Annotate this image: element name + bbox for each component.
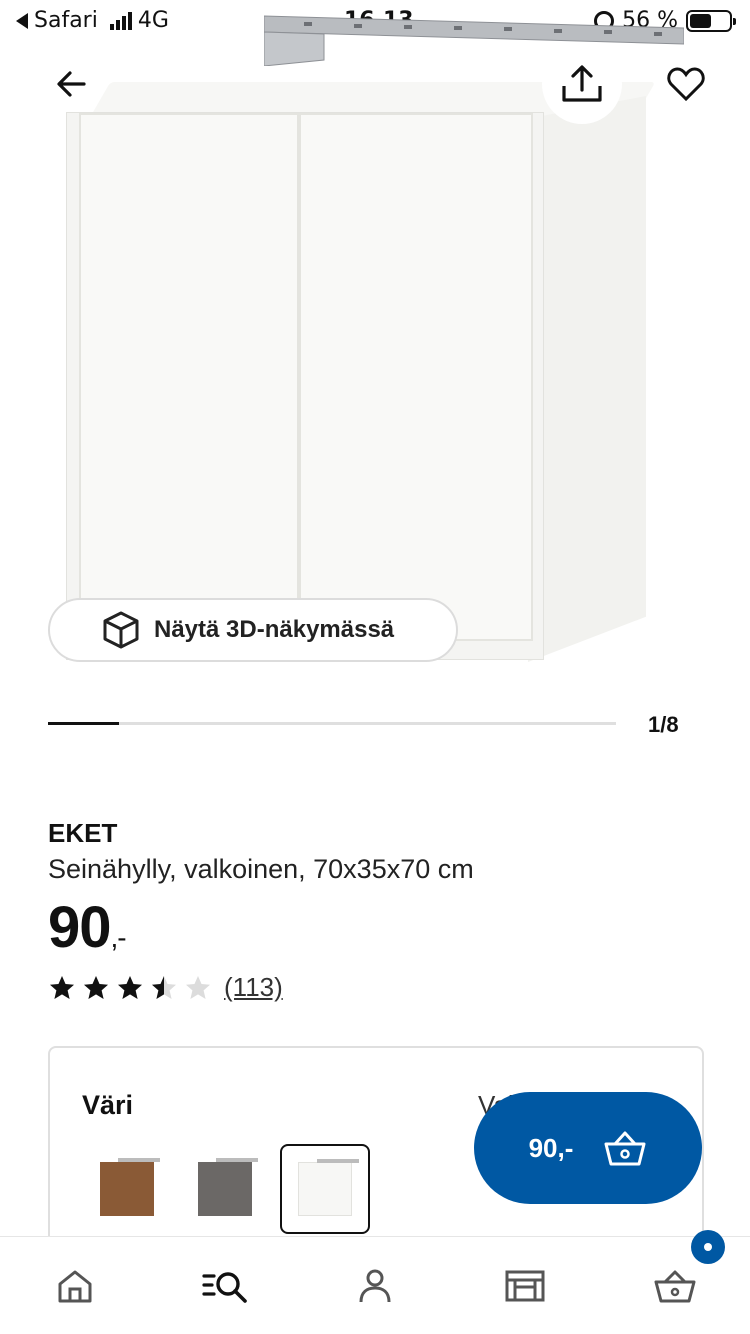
swatch-thumbnail [198, 1158, 258, 1216]
image-pager-progress [48, 722, 119, 725]
cabinet-door-left [79, 113, 299, 641]
signal-icon [109, 11, 132, 30]
basket-icon [604, 1131, 646, 1166]
price-suffix: ,- [110, 922, 127, 953]
rating-stars [48, 974, 212, 1002]
bottom-navigation [0, 1229, 750, 1334]
add-to-cart-button[interactable]: 90,- [474, 1092, 702, 1204]
view-3d-button[interactable]: Näytä 3D-näkymässä [48, 598, 458, 662]
heart-icon [667, 67, 705, 101]
color-swatch-walnut[interactable] [82, 1144, 172, 1234]
cabinet-door-right [299, 113, 533, 641]
review-count-link[interactable]: (113) [224, 972, 283, 1003]
cube-icon [103, 611, 139, 649]
image-pager-track [48, 722, 616, 725]
star-icon [152, 975, 176, 999]
back-app-label: Safari [34, 8, 98, 33]
color-swatch-dark-grey[interactable] [180, 1144, 270, 1234]
color-label: Väri [82, 1090, 134, 1120]
cart-badge [691, 1229, 725, 1264]
price-value: 90 [48, 895, 112, 960]
back-button[interactable] [32, 44, 112, 124]
product-description: Seinähylly, valkoinen, 70x35x70 cm [48, 854, 474, 884]
tab-profile[interactable] [335, 1246, 415, 1326]
share-icon [562, 65, 602, 102]
back-to-safari[interactable]: Safari 4G [16, 8, 169, 33]
product-brand: EKET [48, 818, 118, 848]
image-pager-count: 1/8 [648, 712, 679, 737]
share-button[interactable] [542, 44, 622, 124]
arrow-left-icon [57, 71, 86, 97]
tab-cart[interactable] [635, 1229, 725, 1326]
view-3d-label: Näytä 3D-näkymässä [154, 616, 395, 643]
swatch-thumbnail [298, 1159, 359, 1216]
cart-icon [654, 1270, 696, 1302]
star-icon [84, 975, 108, 999]
color-swatch-white[interactable] [280, 1144, 370, 1234]
favourite-button[interactable] [646, 44, 726, 124]
product-price: 90,- [48, 894, 127, 961]
store-icon [505, 1270, 545, 1301]
product-rating[interactable]: (113) [48, 972, 283, 1003]
network-label: 4G [137, 8, 169, 33]
tab-search[interactable] [185, 1246, 265, 1326]
back-triangle-icon [16, 12, 28, 29]
search-icon [202, 1271, 247, 1303]
battery-icon [686, 9, 736, 32]
swatch-thumbnail [100, 1158, 160, 1216]
cart-button-price: 90,- [528, 1132, 574, 1163]
tab-stores[interactable] [485, 1246, 565, 1326]
wall-bracket-image [264, 15, 684, 66]
profile-icon [359, 1269, 391, 1302]
cabinet-front [66, 112, 544, 660]
cabinet-side [528, 96, 646, 662]
tab-home[interactable] [35, 1246, 115, 1326]
star-icon [118, 975, 142, 999]
home-icon [58, 1270, 92, 1302]
product-image[interactable] [0, 60, 750, 680]
star-icon [50, 975, 74, 999]
star-icon [186, 975, 210, 999]
